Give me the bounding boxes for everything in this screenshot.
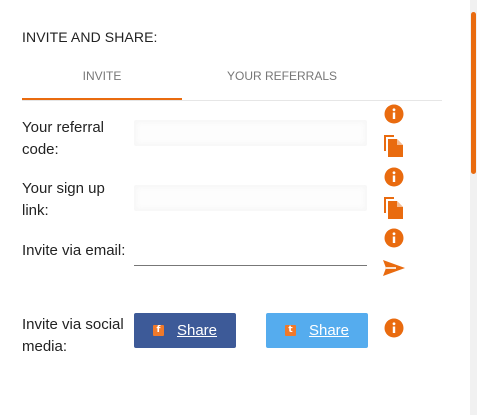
twitter-share-button[interactable]: t Share (266, 313, 368, 348)
facebook-share-label: Share (176, 322, 218, 339)
referral-code-label: Your referral code: (22, 119, 104, 158)
invite-share-panel: INVITE AND SHARE: INVITE YOUR REFERRALS … (0, 0, 470, 415)
scrollbar-thumb[interactable] (471, 12, 476, 174)
info-icon[interactable] (384, 228, 404, 248)
twitter-icon: t (284, 325, 296, 336)
panel-title: INVITE AND SHARE: (22, 29, 158, 45)
info-icon[interactable] (384, 104, 404, 124)
tab-your-referrals[interactable]: YOUR REFERRALS (182, 62, 382, 100)
tab-bar: INVITE YOUR REFERRALS (22, 62, 442, 102)
referral-code-field (134, 120, 367, 146)
copy-icon[interactable] (383, 196, 403, 219)
sign-up-link-label: Your sign up link: (22, 180, 105, 219)
copy-icon[interactable] (383, 134, 403, 157)
sign-up-link-field (134, 185, 367, 211)
send-icon[interactable] (382, 258, 406, 278)
invite-social-label: Invite via social media: (22, 316, 124, 355)
twitter-share-label: Share (308, 322, 350, 339)
info-icon[interactable] (384, 318, 404, 338)
active-tab-indicator (22, 98, 182, 100)
facebook-icon: f (152, 325, 164, 336)
tab-divider (22, 100, 442, 101)
invite-email-input[interactable] (134, 243, 367, 266)
invite-email-label: Invite via email: (22, 242, 126, 259)
facebook-share-button[interactable]: f Share (134, 313, 236, 348)
tab-invite[interactable]: INVITE (22, 62, 182, 100)
info-icon[interactable] (384, 167, 404, 187)
